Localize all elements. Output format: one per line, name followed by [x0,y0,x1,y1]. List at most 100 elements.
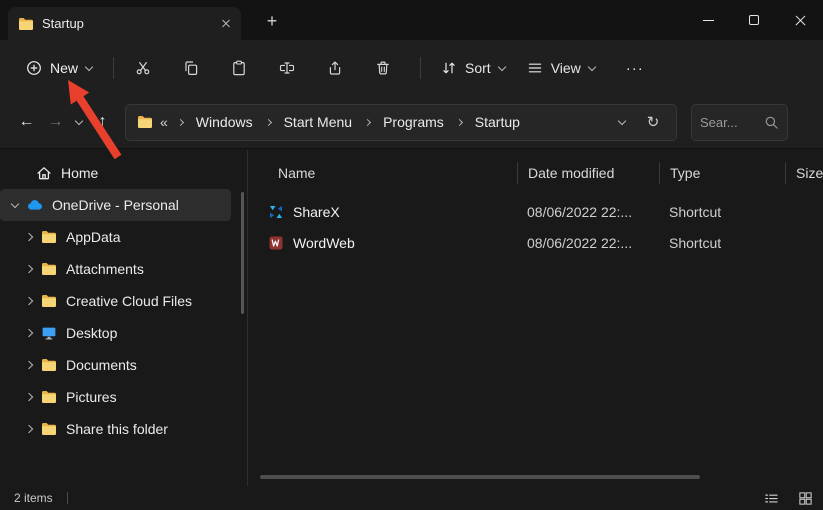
column-headers: Name Date modified Type Size [248,157,823,189]
close-button[interactable] [777,0,823,40]
chevron-right-icon[interactable] [24,264,34,274]
address-bar[interactable]: « Windows Start Menu Programs Startup ↻ [125,103,677,141]
folder-icon [41,229,57,245]
sidebar-item-desktop[interactable]: Desktop [0,317,231,349]
chevron-right-icon[interactable] [24,424,34,434]
breadcrumb-item-programs[interactable]: Programs [380,114,447,130]
chevron-right-icon [455,118,463,126]
file-name: WordWeb [293,234,355,251]
details-view-button[interactable] [761,489,781,508]
tab-close-icon[interactable] [221,19,231,29]
sidebar-scrollbar[interactable] [241,192,244,314]
chevron-down-icon [74,116,84,125]
chevron-down-icon[interactable] [10,199,20,208]
file-list-pane: Name Date modified Type Size ShareX 08/0… [247,150,823,486]
explorer-body: Home OneDrive - Personal AppData Attachm… [0,150,823,486]
sidebar-item-onedrive-personal[interactable]: OneDrive - Personal [0,189,231,221]
cut-button[interactable] [123,50,163,86]
breadcrumb-item-windows[interactable]: Windows [193,114,256,130]
wordweb-app-icon [268,235,284,251]
desktop-icon [41,325,57,341]
horizontal-scrollbar[interactable] [260,475,700,479]
up-button[interactable]: ↑ [88,106,117,138]
chevron-down-icon [587,62,597,71]
address-dropdown-button[interactable] [610,108,634,136]
sidebar-item-pictures[interactable]: Pictures [0,381,231,413]
chevron-right-icon[interactable] [24,296,34,306]
chevron-right-icon[interactable] [24,328,34,338]
file-type: Shortcut [669,234,722,251]
view-list-icon [527,60,543,76]
chevron-right-icon[interactable] [24,232,34,242]
file-explorer-window: Startup + New Sort View ··· ← → ↑ « Wind… [0,0,823,510]
clipboard-icon [231,60,247,76]
trash-icon [375,60,391,76]
sidebar-item-label: Pictures [66,389,117,405]
sidebar-item-label: OneDrive - Personal [52,197,179,213]
paste-button[interactable] [219,50,259,86]
sidebar-item-creative-cloud-files[interactable]: Creative Cloud Files [0,285,231,317]
folder-icon [41,421,57,437]
large-icons-view-button[interactable] [795,489,815,508]
copy-icon [183,60,199,76]
recent-locations-button[interactable] [70,106,88,138]
close-icon [794,14,807,27]
minimize-button[interactable] [685,0,731,40]
file-row-wordweb[interactable]: WordWeb 08/06/2022 22:... Shortcut [248,227,823,258]
view-button-label: View [550,60,581,76]
delete-button[interactable] [363,50,403,86]
new-button[interactable]: New [14,50,104,86]
maximize-icon [749,15,759,25]
sort-button[interactable]: Sort [430,50,516,86]
folder-icon [137,114,153,130]
file-date-modified: 08/06/2022 22:... [527,234,633,251]
file-name: ShareX [293,203,340,220]
search-input[interactable] [700,114,760,130]
chevron-down-icon [617,116,627,125]
search-box[interactable] [691,103,788,141]
sidebar-item-label: Documents [66,357,137,373]
explorer-tab-startup[interactable]: Startup [8,7,241,40]
sidebar-item-attachments[interactable]: Attachments [0,253,231,285]
file-type: Shortcut [669,203,722,220]
folder-icon [41,389,57,405]
share-button[interactable] [315,50,355,86]
file-row-sharex[interactable]: ShareX 08/06/2022 22:... Shortcut [248,196,823,227]
column-header-type[interactable]: Type [659,162,785,184]
sidebar-item-documents[interactable]: Documents [0,349,231,381]
address-row: ← → ↑ « Windows Start Menu Programs Star… [0,96,823,149]
refresh-button[interactable]: ↻ [641,108,665,136]
view-button[interactable]: View [516,50,606,86]
column-header-size[interactable]: Size [785,162,823,184]
folder-icon [41,261,57,277]
sidebar-item-label: Attachments [66,261,144,277]
sidebar-item-home[interactable]: Home [0,157,231,189]
column-header-name[interactable]: Name [248,162,517,184]
folder-icon [41,293,57,309]
sidebar-item-label: AppData [66,229,121,245]
chevron-right-icon[interactable] [24,392,34,402]
more-options-button[interactable]: ··· [614,50,656,86]
copy-button[interactable] [171,50,211,86]
search-icon [764,115,779,130]
breadcrumb-item-start-menu[interactable]: Start Menu [281,114,355,130]
column-header-date-modified[interactable]: Date modified [517,162,659,184]
details-view-icon [764,491,779,506]
back-button[interactable]: ← [12,106,41,138]
sidebar-item-appdata[interactable]: AppData [0,221,231,253]
sidebar-item-share-this-folder[interactable]: Share this folder [0,413,231,445]
forward-button[interactable]: → [41,106,70,138]
chevron-right-icon[interactable] [24,360,34,370]
onedrive-cloud-icon [27,197,43,213]
new-tab-button[interactable]: + [260,9,284,33]
breadcrumb-item-startup[interactable]: Startup [472,114,523,130]
status-bar: 2 items [0,486,823,510]
rename-button[interactable] [267,50,307,86]
sidebar-item-label: Creative Cloud Files [66,293,193,309]
toolbar-divider [420,57,422,79]
maximize-button[interactable] [731,0,777,40]
circle-plus-icon [26,60,42,76]
breadcrumb-overflow[interactable]: « [160,114,168,130]
titlebar: Startup + [0,0,823,40]
scissors-icon [135,60,151,76]
